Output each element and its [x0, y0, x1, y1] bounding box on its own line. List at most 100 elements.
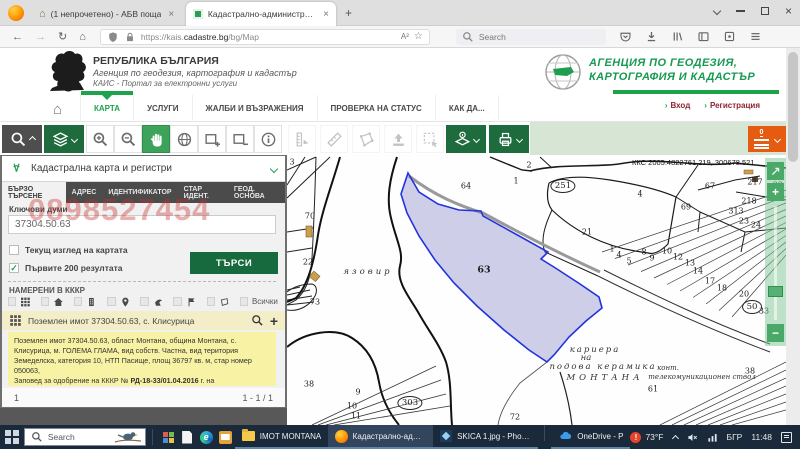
nav-item-1[interactable]: КАРТА [80, 95, 133, 122]
taskbar-window-onedrive[interactable]: OneDrive - P [551, 425, 630, 449]
close-button[interactable]: × [785, 4, 792, 18]
menu-hamburger-icon[interactable] [749, 30, 762, 43]
zoom-window-out-button[interactable] [226, 125, 254, 153]
agency-subtitle: Агенция по геодезия, картография и кадас… [93, 68, 297, 78]
measure-area-button[interactable] [352, 125, 380, 153]
checkbox-unchecked[interactable] [9, 245, 19, 255]
nav-home-icon[interactable]: ⌂ [53, 101, 62, 118]
zoom-slider-handle[interactable] [768, 286, 783, 297]
minimize-button[interactable] [736, 10, 745, 12]
download-icon[interactable] [645, 30, 658, 43]
building-block-checkbox[interactable] [74, 297, 82, 306]
panel-collapse-chevron-icon[interactable] [270, 164, 278, 172]
tab-close-icon[interactable]: × [323, 9, 329, 20]
browser-search-field[interactable]: Search [456, 29, 606, 45]
mail-icon[interactable] [216, 425, 235, 449]
layer-info-dropdown-button[interactable] [446, 125, 486, 153]
map-zoom-out-button[interactable]: − [767, 324, 784, 342]
maximize-button[interactable] [761, 7, 769, 15]
map-parcel-label: 4 [616, 251, 621, 260]
register-link[interactable]: ›Регистрация [704, 101, 760, 110]
translate-icon[interactable]: A² [401, 32, 409, 41]
search-tool-button[interactable] [2, 125, 42, 153]
select-marquee-button[interactable] [416, 125, 444, 153]
parcels-grid-checkbox[interactable] [8, 297, 16, 306]
weather-widget[interactable]: ! 73°F [630, 432, 663, 443]
nav-item-5[interactable]: КАК ДА... [435, 95, 499, 122]
notifications-menu-button[interactable]: 0 [748, 126, 786, 152]
nav-item-3[interactable]: ЖАЛБИ И ВЪЗРАЖЕНИЯ [192, 95, 317, 122]
taskbar-window-photos[interactable]: SKICA 1.jpg - Photos [433, 425, 538, 449]
taskbar-window-label: IMOT MONTANA [260, 432, 321, 441]
pan-hand-button[interactable] [142, 125, 170, 153]
browser-tab-kais[interactable]: Кадастрално-администрати × [186, 2, 336, 26]
back-button[interactable]: ← [12, 31, 23, 43]
bookmark-star-icon[interactable]: ☆ [414, 31, 423, 42]
zoom-window-in-button[interactable] [198, 125, 226, 153]
panel-tab-5[interactable]: ГЕОД. ОСНОВА [228, 182, 285, 203]
zoom-in-button[interactable] [86, 125, 114, 153]
language-indicator[interactable]: БГР [727, 432, 743, 442]
tab-close-icon[interactable]: × [168, 9, 174, 20]
new-tab-button[interactable]: + [345, 6, 352, 20]
scrollbar-thumb[interactable] [788, 52, 798, 162]
taskbar-search-box[interactable]: Search [24, 428, 146, 446]
checkbox-checked[interactable]: ✓ [9, 263, 19, 273]
login-link[interactable]: ›Вход [665, 101, 690, 110]
current-view-checkbox-row[interactable]: Текущ изглед на картата [9, 245, 128, 255]
result-row[interactable]: Поземлен имот 37304.50.63, с. Клисурица … [2, 311, 285, 330]
clock[interactable]: 11:48 [751, 432, 772, 442]
edge-icon[interactable]: e [197, 425, 216, 449]
library-icon[interactable] [671, 30, 684, 43]
volume-muted-icon[interactable] [687, 432, 698, 443]
info-button[interactable] [254, 125, 282, 153]
search-button[interactable]: ТЪРСИ [190, 252, 278, 274]
home-button[interactable]: ⌂ [79, 31, 86, 43]
zoom-extent-button[interactable] [767, 162, 784, 180]
firefox-logo-icon[interactable] [8, 5, 24, 21]
panel-header[interactable]: Кадастрална карта и регистри [2, 156, 285, 182]
tab-list-chevron-icon[interactable] [713, 7, 721, 15]
full-extent-globe-button[interactable] [170, 125, 198, 153]
nav-item-2[interactable]: УСЛУГИ [133, 95, 191, 122]
zoom-out-button[interactable] [114, 125, 142, 153]
map-canvas[interactable]: 3702273389101172641242167692172182231323… [287, 155, 786, 425]
print-dropdown-button[interactable] [489, 125, 529, 153]
network-icon[interactable] [707, 432, 718, 443]
measure-length-button[interactable] [320, 125, 348, 153]
url-field[interactable]: https://kais.cadastre.bg/bg/Map A² ☆ [100, 29, 430, 45]
zoom-slider-track[interactable] [774, 206, 777, 320]
start-button[interactable] [0, 425, 24, 449]
grid-app-icon[interactable] [159, 425, 178, 449]
layers-button[interactable] [44, 125, 84, 153]
extension-icon[interactable] [723, 30, 736, 43]
shield-icon[interactable] [107, 31, 119, 43]
geodetic-flag-checkbox[interactable] [173, 297, 181, 306]
all-types-checkbox[interactable] [240, 297, 248, 306]
landmark-bird-checkbox[interactable] [140, 297, 148, 306]
tray-overflow-chevron-icon[interactable] [671, 435, 678, 442]
search-highlight-bird-icon [113, 430, 143, 445]
building-house-checkbox[interactable] [41, 297, 49, 306]
taskbar-window-folder[interactable]: IMOT MONTANA [235, 425, 328, 449]
action-center-icon[interactable] [781, 432, 792, 443]
sidebar-icon[interactable] [697, 30, 710, 43]
zoom-to-result-icon[interactable] [251, 314, 264, 327]
location-pin-checkbox[interactable] [107, 297, 115, 306]
reload-button[interactable]: ↻ [58, 30, 67, 43]
map-zoom-in-button[interactable]: + [767, 183, 784, 201]
map-parcel-label: 2 [526, 161, 531, 170]
export-button[interactable] [384, 125, 412, 153]
taskbar-window-firefox[interactable]: Кадастрално-адми... [328, 425, 433, 449]
file-icon[interactable] [178, 425, 197, 449]
add-result-icon[interactable]: + [270, 316, 278, 326]
forward-button[interactable]: → [35, 31, 46, 43]
pocket-icon[interactable] [619, 30, 632, 43]
nav-item-4[interactable]: ПРОВЕРКА НА СТАТУС [317, 95, 435, 122]
page-number[interactable]: 1 [14, 393, 19, 403]
browser-tab-mail[interactable]: ⌂ (1 непрочетено) - АБВ поща × [32, 2, 182, 26]
scale-tool-button[interactable] [288, 125, 316, 153]
landmark-bird-icon [153, 296, 164, 308]
zone-polygon-checkbox[interactable] [207, 297, 215, 306]
first200-checkbox-row[interactable]: ✓ Първите 200 резултата [9, 263, 122, 273]
